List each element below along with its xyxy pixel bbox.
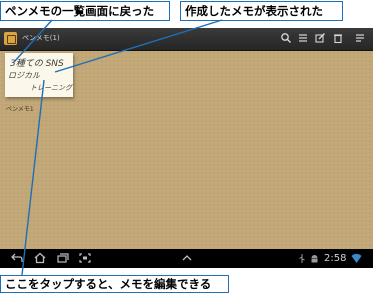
leader-memo-created [54,19,223,73]
leader-tap-to-edit [21,79,45,276]
leader-back-to-list [13,19,53,63]
callout-leader-lines [13,19,223,276]
